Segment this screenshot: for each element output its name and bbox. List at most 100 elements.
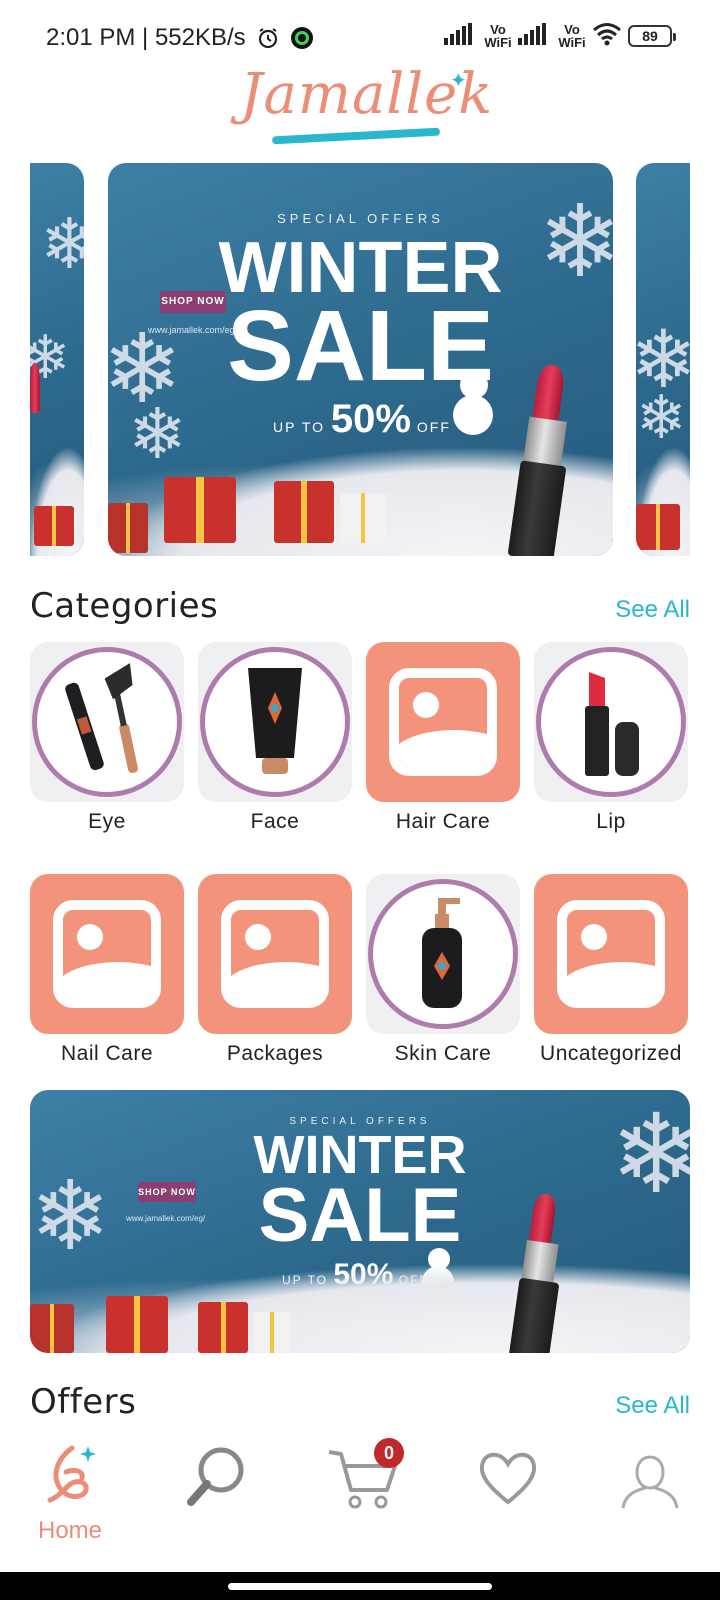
gift-image <box>340 493 386 543</box>
offers-title: Offers <box>30 1382 137 1422</box>
system-navigation-bar <box>0 1572 720 1600</box>
offers-see-all-link[interactable]: See All <box>615 1392 690 1420</box>
category-item-packages[interactable]: Packages <box>198 874 352 1084</box>
shop-now-button[interactable]: SHOP NOW <box>138 1182 196 1202</box>
shop-now-button[interactable]: SHOP NOW <box>160 291 226 313</box>
status-right: Vo WiFi Vo WiFi 89 <box>444 21 676 50</box>
banner-up-to: UP TO <box>273 419 326 435</box>
banner-off: OFF <box>416 419 451 435</box>
gift-image <box>274 481 334 543</box>
search-icon <box>181 1442 251 1517</box>
vowifi-label-1: Vo WiFi <box>484 21 512 50</box>
categories-grid: Eye Face Hair Care Lip Nail Care Package… <box>30 642 690 1082</box>
nav-search[interactable] <box>166 1442 266 1562</box>
mascara-image <box>65 663 138 773</box>
gift-image <box>34 506 74 546</box>
offers-header: Offers See All <box>30 1382 690 1422</box>
image-placeholder-icon <box>221 900 329 1008</box>
gift-image <box>108 503 148 553</box>
nav-favorites[interactable] <box>458 1442 558 1562</box>
cart-count-badge: 0 <box>374 1438 404 1468</box>
snowman-head <box>460 371 488 399</box>
nav-cart[interactable]: 0 <box>312 1438 412 1562</box>
home-icon <box>38 1442 102 1513</box>
banner-special-offers: SPECIAL OFFERS <box>277 211 444 226</box>
winter-sale-banner: ❄ ❄ SPECIAL OFFERS WINTER SALE SHOP NOW … <box>30 1090 690 1353</box>
category-item-face[interactable]: Face <box>198 642 352 852</box>
image-placeholder-icon <box>53 900 161 1008</box>
category-label: Skin Care <box>394 1042 492 1065</box>
winter-sale-banner: ❄ ❄ ❄ SPECIAL OFFERS WINTER SALE SHOP NO… <box>108 163 613 556</box>
category-item-eye[interactable]: Eye <box>30 642 184 852</box>
category-label: Face <box>250 810 300 833</box>
snowman-image <box>453 395 493 435</box>
category-item-hair-care[interactable]: Hair Care <box>366 642 520 852</box>
banner-slide-previous[interactable]: ❄ ❄ <box>30 163 84 556</box>
app-logo: Jamallek ✦ <box>240 62 494 158</box>
lipstick-image <box>30 363 40 413</box>
signal-icon <box>444 23 478 48</box>
category-tile <box>534 642 688 802</box>
category-label: Uncategorized <box>540 1042 682 1065</box>
banner-website: www.jamallek.com/eg/ <box>126 1214 206 1223</box>
banner-slide-next[interactable]: ❄ ❄ <box>636 163 690 556</box>
logo-text: Jamallek <box>240 62 494 127</box>
snowflake-icon: ❄ <box>636 384 687 451</box>
gift-image <box>164 477 236 543</box>
category-tile <box>30 874 184 1034</box>
nav-profile[interactable] <box>600 1442 700 1562</box>
snowflake-icon: ❄ <box>40 205 84 283</box>
banner-slide-active[interactable]: ❄ ❄ ❄ SPECIAL OFFERS WINTER SALE SHOP NO… <box>108 163 613 556</box>
status-time-speed: 2:01 PM | 552KB/s <box>46 24 246 51</box>
gift-image <box>198 1302 248 1353</box>
lipstick-image <box>508 1190 560 1353</box>
profile-icon <box>615 1442 685 1517</box>
battery-level: 89 <box>642 27 658 44</box>
image-placeholder-icon <box>389 668 497 776</box>
nav-home[interactable]: Home <box>20 1442 120 1562</box>
battery-icon: 89 <box>628 24 676 47</box>
category-tile <box>198 642 352 802</box>
category-label: Lip <box>596 810 626 833</box>
category-item-nail-care[interactable]: Nail Care <box>30 874 184 1084</box>
categories-title: Categories <box>30 586 219 626</box>
pump-bottle-image <box>422 898 462 1008</box>
category-image-ring <box>536 647 686 797</box>
heart-icon <box>473 1442 543 1517</box>
face-tube-image <box>248 668 302 774</box>
category-tile <box>534 874 688 1034</box>
status-left: 2:01 PM | 552KB/s <box>46 24 314 52</box>
category-label: Hair Care <box>395 810 491 833</box>
alarm-icon <box>256 26 280 50</box>
image-placeholder-icon <box>557 900 665 1008</box>
category-image-ring <box>368 879 518 1029</box>
lipstick-image <box>585 672 639 776</box>
category-item-lip[interactable]: Lip <box>534 642 688 852</box>
wifi-icon <box>592 22 622 49</box>
bottom-navigation: Home 0 <box>0 1420 720 1570</box>
category-image-ring <box>200 647 350 797</box>
promo-banner[interactable]: ❄ ❄ SPECIAL OFFERS WINTER SALE SHOP NOW … <box>30 1090 690 1353</box>
category-item-uncategorized[interactable]: Uncategorized <box>534 874 688 1084</box>
gift-image <box>106 1296 168 1353</box>
category-tile <box>366 642 520 802</box>
banner-carousel[interactable]: ❄ ❄ ❄ ❄ ❄ SPECIAL OFFERS WINTER SALE SHO… <box>0 163 720 556</box>
categories-header: Categories See All <box>30 586 690 626</box>
nav-home-label: Home <box>37 1517 103 1544</box>
category-item-skin-care[interactable]: Skin Care <box>366 874 520 1084</box>
category-label: Packages <box>226 1042 324 1065</box>
signal-icon <box>518 23 552 48</box>
category-tile <box>198 874 352 1034</box>
category-tile <box>30 642 184 802</box>
category-label: Eye <box>88 810 126 833</box>
banner-percent: 50% <box>330 397 411 441</box>
whatsapp-icon <box>290 26 314 50</box>
star-icon: ✦ <box>450 70 467 92</box>
home-gesture-indicator[interactable] <box>228 1583 492 1590</box>
gift-image <box>30 1304 74 1353</box>
category-label: Nail Care <box>60 1042 154 1065</box>
categories-see-all-link[interactable]: See All <box>615 596 690 624</box>
category-tile <box>366 874 520 1034</box>
banner-discount: UP TO 50% OFF <box>273 397 451 442</box>
app-screen: 2:01 PM | 552KB/s Vo WiFi Vo WiFi 89 Jam… <box>0 0 720 1600</box>
